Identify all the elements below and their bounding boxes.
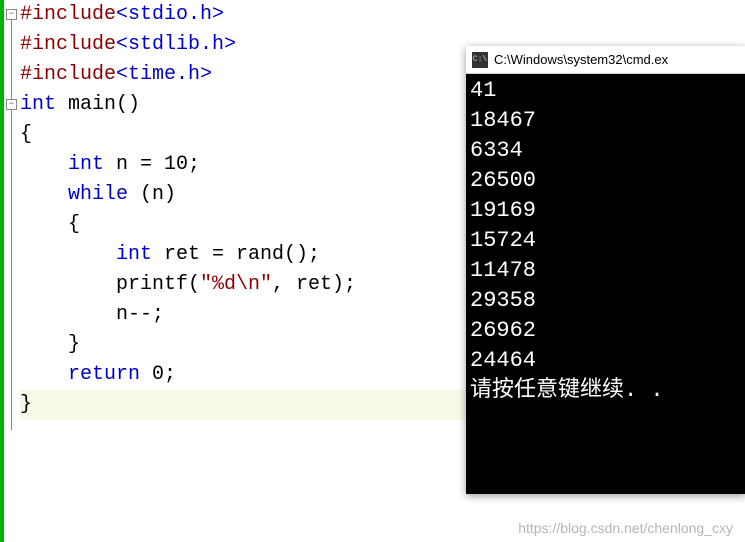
console-line: 请按任意键继续. . <box>470 376 742 406</box>
console-line: 19169 <box>470 196 742 226</box>
console-output[interactable]: 4118467633426500191691572411478293582696… <box>466 74 745 494</box>
console-line: 15724 <box>470 226 742 256</box>
console-line: 6334 <box>470 136 742 166</box>
console-line: 26962 <box>470 316 742 346</box>
console-line: 11478 <box>470 256 742 286</box>
console-line: 26500 <box>470 166 742 196</box>
console-line: 18467 <box>470 106 742 136</box>
fold-toggle-icon[interactable]: − <box>6 99 17 110</box>
console-titlebar[interactable]: C:\ C:\Windows\system32\cmd.ex <box>466 46 745 74</box>
console-window: C:\ C:\Windows\system32\cmd.ex 411846763… <box>466 46 745 494</box>
console-line: 41 <box>470 76 742 106</box>
fold-guide <box>11 110 12 430</box>
fold-toggle-icon[interactable]: − <box>6 9 17 20</box>
console-line: 29358 <box>470 286 742 316</box>
console-title: C:\Windows\system32\cmd.ex <box>494 52 668 67</box>
console-line: 24464 <box>470 346 742 376</box>
fold-guide <box>11 20 12 100</box>
code-line[interactable]: #include<stdio.h> <box>20 0 745 30</box>
editor-gutter: −− <box>0 0 18 542</box>
cmd-icon: C:\ <box>472 52 488 68</box>
watermark: https://blog.csdn.net/chenlong_cxy <box>518 520 733 536</box>
